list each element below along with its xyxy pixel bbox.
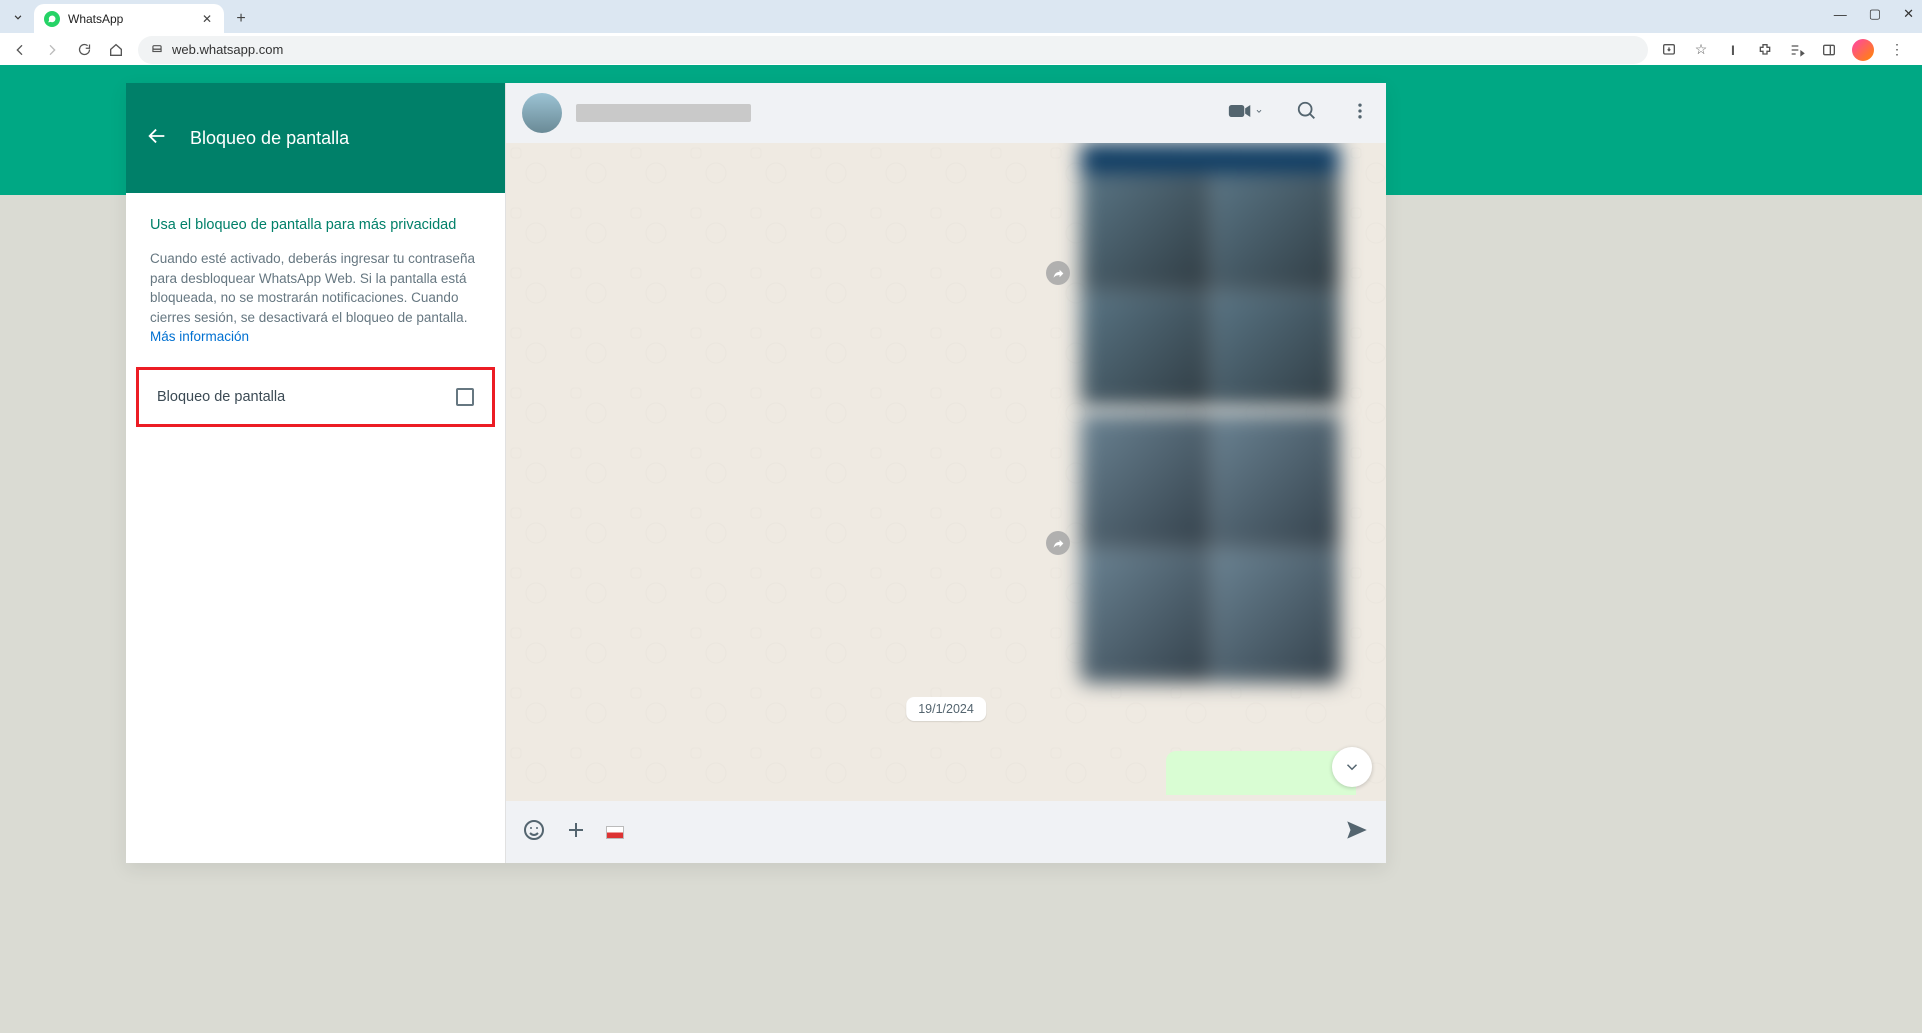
outgoing-message-partial[interactable] bbox=[1166, 751, 1356, 795]
sidebar-description: Cuando esté activado, deberás ingresar t… bbox=[150, 249, 481, 347]
screen-lock-label: Bloqueo de pantalla bbox=[157, 389, 285, 405]
chat-header-icons bbox=[1228, 100, 1370, 127]
whatsapp-icon bbox=[44, 11, 60, 27]
settings-sidebar: Bloqueo de pantalla Usa el bloqueo de pa… bbox=[126, 83, 506, 863]
bookmark-icon[interactable]: ☆ bbox=[1692, 41, 1710, 59]
contact-avatar[interactable] bbox=[522, 93, 562, 133]
app-body: Bloqueo de pantalla Usa el bloqueo de pa… bbox=[126, 83, 1386, 863]
video-call-icon[interactable] bbox=[1228, 102, 1264, 125]
url-text: web.whatsapp.com bbox=[172, 42, 283, 57]
chat-panel: 19/1/2024 bbox=[506, 83, 1386, 863]
close-icon[interactable]: ✕ bbox=[200, 12, 214, 26]
profile-avatar[interactable] bbox=[1852, 39, 1874, 61]
date-separator: 19/1/2024 bbox=[906, 697, 986, 721]
back-arrow-icon[interactable] bbox=[146, 125, 168, 152]
address-bar[interactable]: web.whatsapp.com bbox=[138, 36, 1648, 64]
contact-name[interactable] bbox=[576, 104, 751, 122]
more-info-link[interactable]: Más información bbox=[150, 329, 249, 344]
addr-right: ☆ I ⋮ bbox=[1660, 39, 1912, 61]
site-info-icon[interactable] bbox=[150, 41, 164, 58]
flag-indicator[interactable] bbox=[606, 826, 624, 839]
media-message-2[interactable] bbox=[1080, 413, 1340, 683]
screen-lock-option-row[interactable]: Bloqueo de pantalla bbox=[136, 367, 495, 427]
tab-title: WhatsApp bbox=[68, 12, 192, 26]
app: Bloqueo de pantalla Usa el bloqueo de pa… bbox=[0, 65, 1922, 1033]
media-message-1[interactable] bbox=[1080, 143, 1340, 407]
sidebar-description-text: Cuando esté activado, deberás ingresar t… bbox=[150, 251, 475, 325]
sidebar-header: Bloqueo de pantalla bbox=[126, 83, 505, 193]
address-row: web.whatsapp.com ☆ I ⋮ bbox=[0, 33, 1922, 65]
forward-icon-2[interactable] bbox=[1046, 531, 1070, 555]
attach-icon[interactable] bbox=[564, 818, 588, 847]
scroll-to-bottom-button[interactable] bbox=[1332, 747, 1372, 787]
extensions-icon[interactable] bbox=[1756, 41, 1774, 59]
reload-button[interactable] bbox=[74, 40, 94, 60]
playlist-icon[interactable] bbox=[1788, 41, 1806, 59]
close-window-button[interactable]: ✕ bbox=[1903, 6, 1914, 22]
browser-tab[interactable]: WhatsApp ✕ bbox=[34, 4, 224, 34]
back-button[interactable] bbox=[10, 40, 30, 60]
composer bbox=[506, 801, 1386, 863]
window-controls: — ▢ ✕ bbox=[1834, 6, 1914, 22]
browser-chrome: WhatsApp ✕ + — ▢ ✕ web.whatsapp.com bbox=[0, 0, 1922, 65]
chat-body[interactable]: 19/1/2024 bbox=[506, 143, 1386, 801]
chat-menu-icon[interactable] bbox=[1350, 101, 1370, 126]
text-cursor-icon[interactable]: I bbox=[1724, 41, 1742, 59]
emoji-icon[interactable] bbox=[522, 818, 546, 847]
sidebar-content: Usa el bloqueo de pantalla para más priv… bbox=[126, 193, 505, 427]
tab-row: WhatsApp ✕ + — ▢ ✕ bbox=[0, 0, 1922, 33]
sidepanel-icon[interactable] bbox=[1820, 41, 1838, 59]
new-tab-button[interactable]: + bbox=[230, 8, 252, 30]
maximize-button[interactable]: ▢ bbox=[1869, 6, 1881, 22]
forward-button[interactable] bbox=[42, 40, 62, 60]
search-icon[interactable] bbox=[1296, 100, 1318, 127]
chat-header[interactable] bbox=[506, 83, 1386, 143]
send-icon[interactable] bbox=[1344, 817, 1370, 848]
sidebar-title: Bloqueo de pantalla bbox=[190, 128, 349, 149]
tab-list-dropdown[interactable] bbox=[8, 7, 28, 27]
browser-menu-icon[interactable]: ⋮ bbox=[1888, 41, 1906, 59]
forward-icon-1[interactable] bbox=[1046, 261, 1070, 285]
install-app-icon[interactable] bbox=[1660, 41, 1678, 59]
minimize-button[interactable]: — bbox=[1834, 7, 1847, 22]
sidebar-heading: Usa el bloqueo de pantalla para más priv… bbox=[150, 217, 481, 233]
home-button[interactable] bbox=[106, 40, 126, 60]
screen-lock-checkbox[interactable] bbox=[456, 388, 474, 406]
